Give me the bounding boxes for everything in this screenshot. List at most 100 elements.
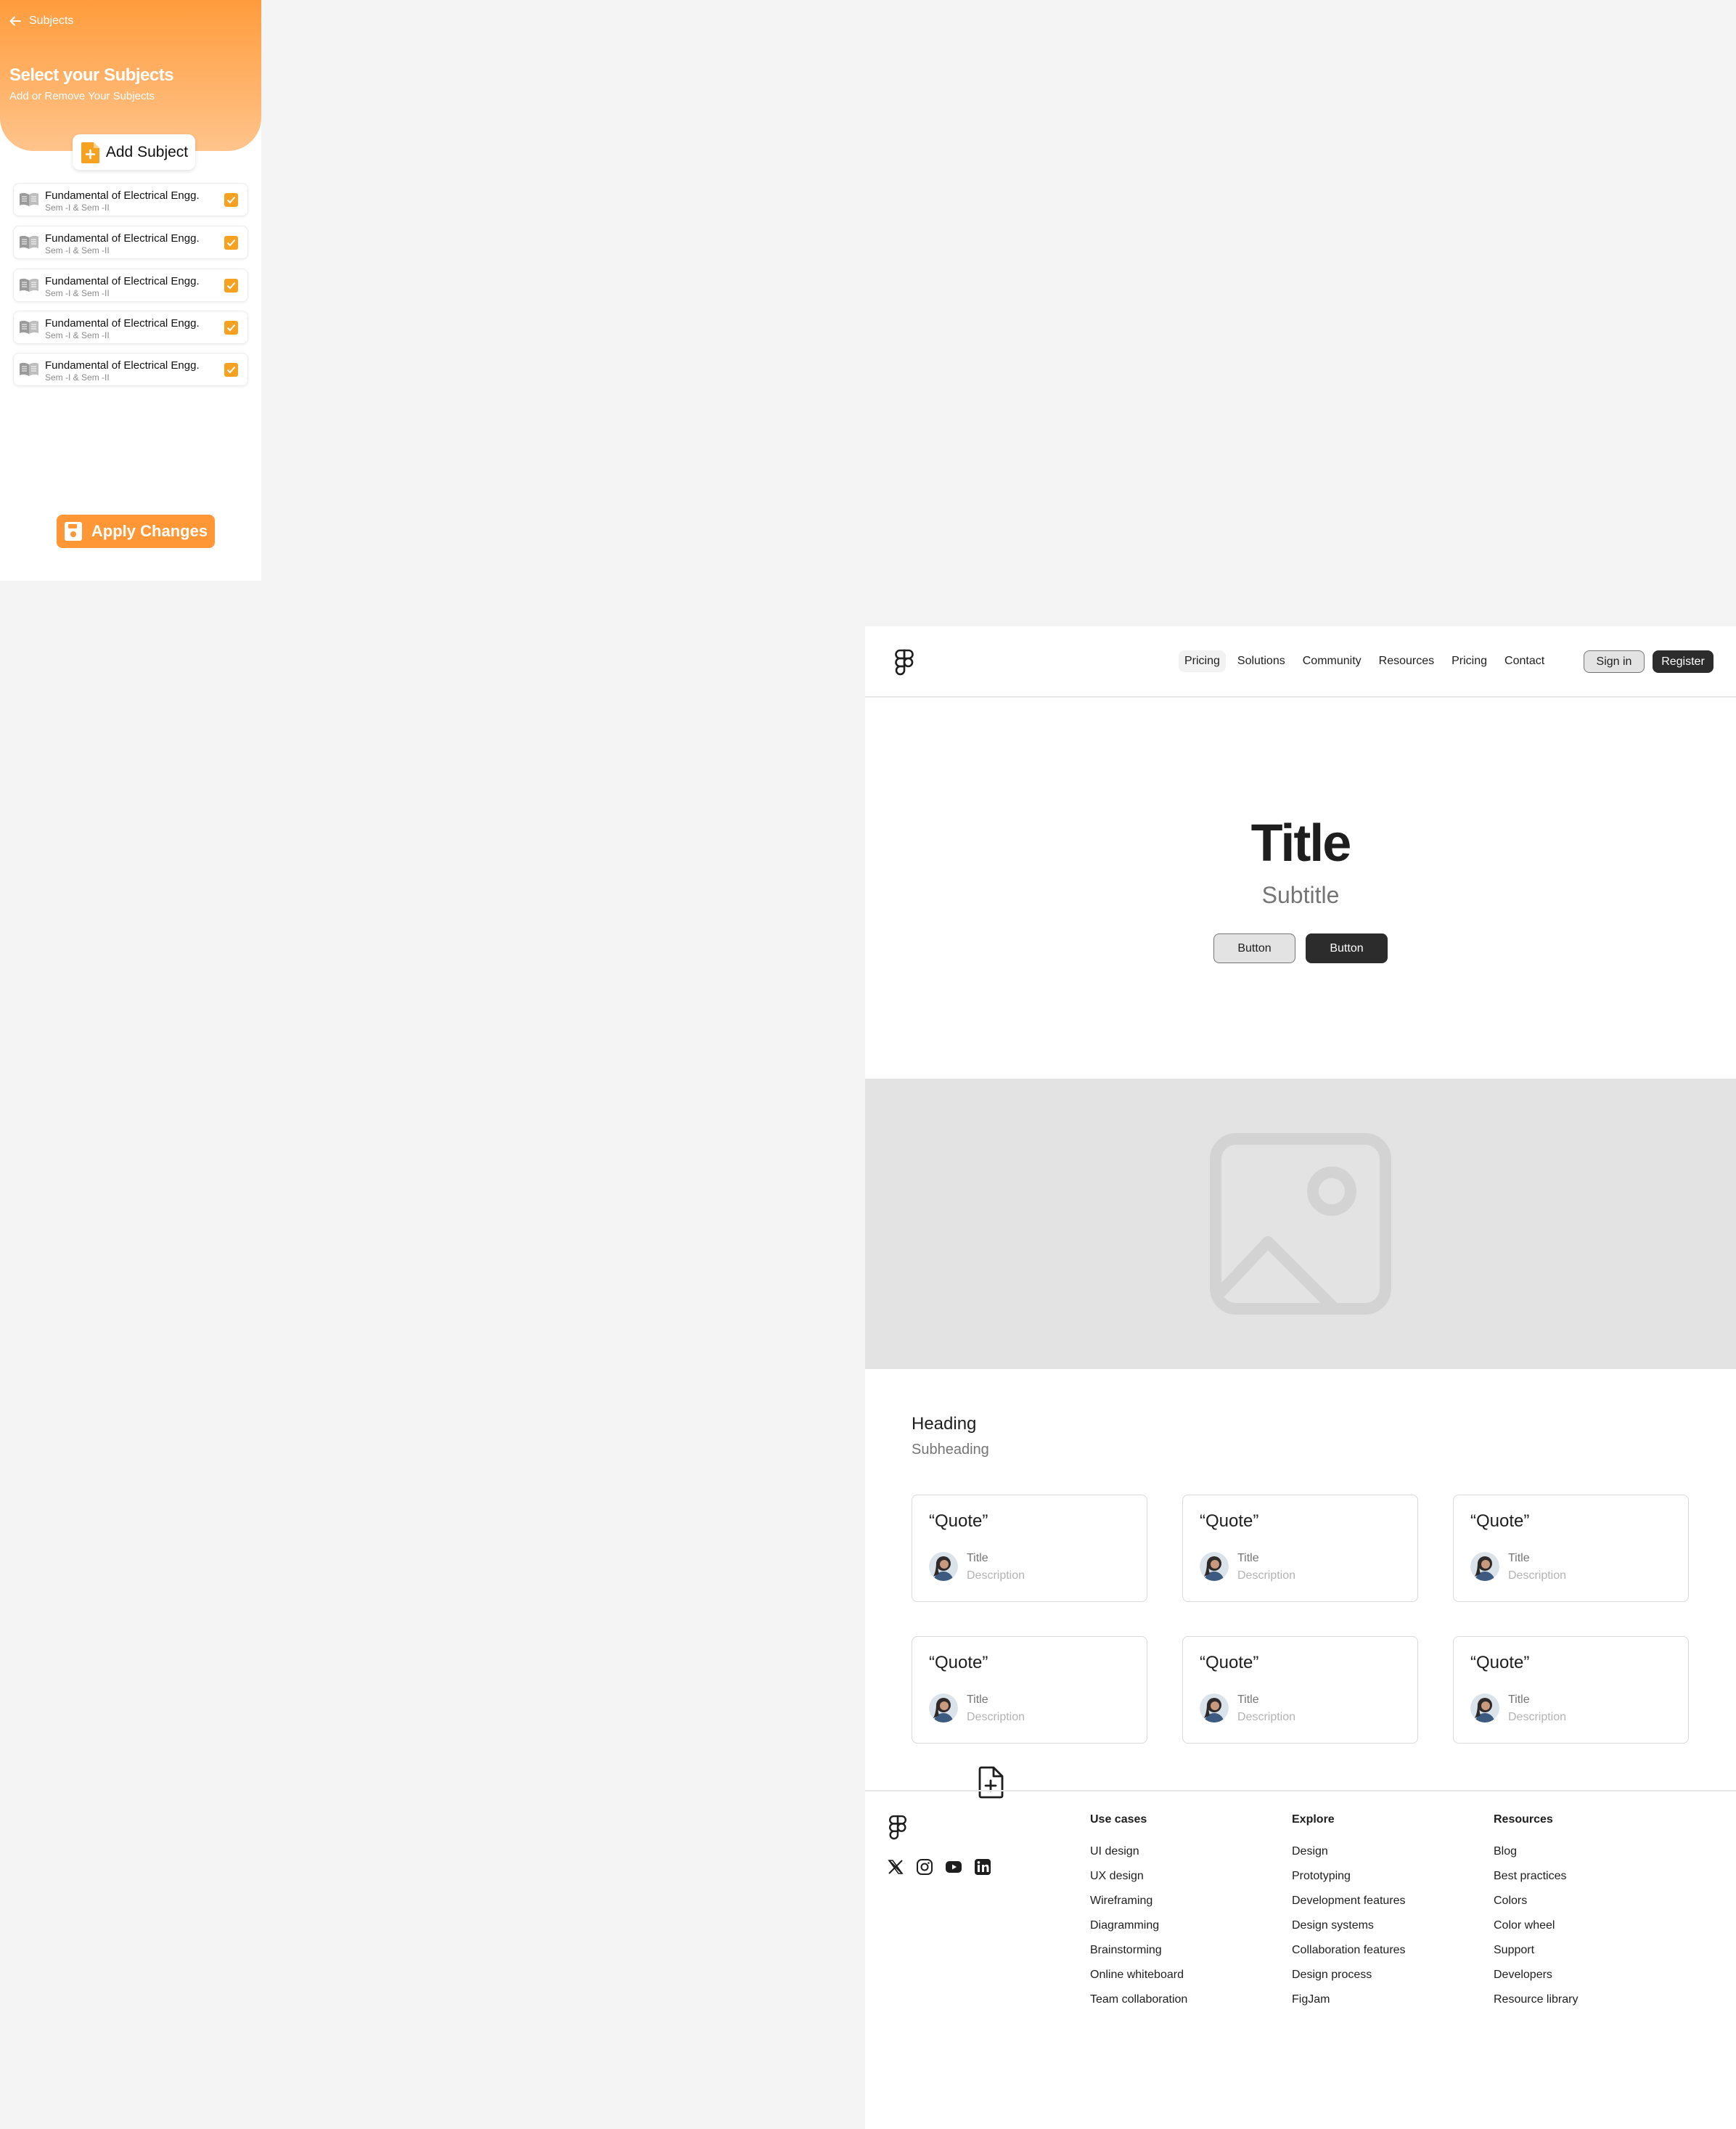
subject-checkbox[interactable] [224, 321, 238, 335]
testimonial-description: Description [1508, 1711, 1567, 1723]
subject-name: Fundamental of Electrical Engg. [45, 232, 200, 245]
back-button[interactable]: Subjects [9, 15, 73, 28]
subjects-screen: Subjects Select your Subjects Add or Rem… [0, 0, 261, 581]
avatar [1470, 1693, 1499, 1723]
add-subject-label: Add Subject [105, 143, 189, 160]
footer-link[interactable]: Prototyping [1292, 1869, 1406, 1894]
footer-link[interactable]: Collaboration features [1292, 1943, 1406, 1968]
footer-link[interactable]: Support [1494, 1943, 1578, 1968]
footer-link[interactable]: Design [1292, 1844, 1406, 1869]
top-navigation: Pricing Solutions Community Resources Pr… [865, 626, 1736, 698]
nav-link-resources[interactable]: Resources [1373, 650, 1440, 672]
hero-subtitle: Subtitle [1261, 882, 1340, 908]
footer-link[interactable]: Resource library [1494, 1993, 1578, 2017]
footer-column-resources: Resources Blog Best practices Colors Col… [1494, 1813, 1578, 2017]
avatar [929, 1552, 958, 1581]
footer-link[interactable]: UI design [1090, 1844, 1187, 1869]
subject-checkbox[interactable] [224, 363, 238, 377]
subject-item[interactable]: Fundamental of Electrical Engg. Sem -I &… [14, 184, 247, 216]
avatar [1470, 1552, 1499, 1581]
book-icon [20, 192, 38, 206]
subject-semester: Sem -I & Sem -II [45, 330, 110, 340]
footer-link[interactable]: Colors [1494, 1894, 1578, 1918]
subject-name: Fundamental of Electrical Engg. [45, 359, 200, 372]
subject-item[interactable]: Fundamental of Electrical Engg. Sem -I &… [14, 311, 247, 343]
testimonial-title: Title [1237, 1552, 1259, 1564]
apply-changes-label: Apply Changes [91, 522, 208, 540]
footer-link[interactable]: Color wheel [1494, 1918, 1578, 1943]
subject-name: Fundamental of Electrical Engg. [45, 317, 200, 330]
landing-page-wireframe: Pricing Solutions Community Resources Pr… [865, 626, 1736, 2129]
arrow-left-icon [9, 16, 21, 26]
subject-checkbox[interactable] [224, 236, 238, 250]
footer-link[interactable]: Brainstorming [1090, 1943, 1187, 1968]
register-button[interactable]: Register [1653, 650, 1714, 673]
footer-link[interactable]: Diagramming [1090, 1918, 1187, 1943]
instagram-icon[interactable] [916, 1858, 933, 1876]
page-subtitle: Add or Remove Your Subjects [9, 90, 155, 102]
testimonial-title: Title [1237, 1693, 1259, 1706]
footer-link[interactable]: Team collaboration [1090, 1993, 1187, 2017]
footer: Use cases UI design UX design Wireframin… [865, 1790, 1736, 2129]
linkedin-icon[interactable] [974, 1858, 991, 1876]
testimonial-description: Description [967, 1569, 1025, 1582]
testimonial-quote: “Quote” [929, 1653, 988, 1672]
footer-link[interactable]: Developers [1494, 1968, 1578, 1993]
subject-item[interactable]: Fundamental of Electrical Engg. Sem -I &… [14, 269, 247, 301]
check-icon [226, 324, 236, 332]
testimonial-card: “Quote” Title Description [912, 1636, 1147, 1744]
footer-link[interactable]: Online whiteboard [1090, 1968, 1187, 1993]
subject-checkbox[interactable] [224, 279, 238, 293]
nav-link-contact[interactable]: Contact [1499, 650, 1550, 672]
nav-links: Pricing Solutions Community Resources Pr… [1179, 650, 1550, 672]
testimonial-card: “Quote” Title Description [1453, 1495, 1689, 1602]
subject-semester: Sem -I & Sem -II [45, 288, 110, 298]
nav-link-solutions[interactable]: Solutions [1232, 650, 1291, 672]
footer-link[interactable]: UX design [1090, 1869, 1187, 1894]
back-label: Subjects [29, 15, 74, 27]
footer-link[interactable]: Best practices [1494, 1869, 1578, 1894]
figma-logo-icon[interactable] [893, 648, 916, 677]
footer-link[interactable]: Design process [1292, 1968, 1406, 1993]
testimonial-quote: “Quote” [1470, 1653, 1530, 1672]
add-subject-button[interactable]: Add Subject [73, 134, 195, 170]
nav-link-community[interactable]: Community [1297, 650, 1367, 672]
testimonial-description: Description [1237, 1569, 1296, 1582]
testimonial-description: Description [967, 1711, 1025, 1723]
footer-column-heading: Use cases [1090, 1813, 1147, 1826]
testimonial-description: Description [1508, 1569, 1567, 1582]
image-placeholder [865, 1079, 1736, 1369]
figma-logo-icon[interactable] [887, 1813, 909, 1842]
testimonial-quote: “Quote” [1200, 1511, 1259, 1531]
image-icon [1210, 1133, 1391, 1315]
testimonial-title: Title [967, 1693, 988, 1706]
nav-link-pricing-2[interactable]: Pricing [1446, 650, 1493, 672]
footer-link[interactable]: FigJam [1292, 1993, 1406, 2017]
social-links [887, 1858, 991, 1876]
hero-primary-button[interactable]: Button [1306, 933, 1388, 963]
youtube-icon[interactable] [945, 1858, 962, 1876]
subject-semester: Sem -I & Sem -II [45, 372, 110, 383]
footer-link[interactable]: Wireframing [1090, 1894, 1187, 1918]
subject-item[interactable]: Fundamental of Electrical Engg. Sem -I &… [14, 226, 247, 258]
footer-link[interactable]: Blog [1494, 1844, 1578, 1869]
hero-secondary-button[interactable]: Button [1213, 933, 1295, 963]
book-icon [20, 278, 38, 292]
footer-link[interactable]: Development features [1292, 1894, 1406, 1918]
sign-in-button[interactable]: Sign in [1584, 650, 1645, 673]
nav-link-pricing[interactable]: Pricing [1179, 650, 1226, 672]
subject-semester: Sem -I & Sem -II [45, 245, 110, 256]
x-icon[interactable] [887, 1858, 904, 1876]
apply-changes-button[interactable]: Apply Changes [57, 515, 215, 548]
testimonial-card: “Quote” Title Description [912, 1495, 1147, 1602]
subject-item[interactable]: Fundamental of Electrical Engg. Sem -I &… [14, 354, 247, 385]
avatar [1200, 1552, 1229, 1581]
footer-link[interactable]: Design systems [1292, 1918, 1406, 1943]
testimonial-card: “Quote” Title Description [1182, 1495, 1418, 1602]
avatar [929, 1693, 958, 1723]
testimonial-title: Title [1508, 1693, 1530, 1706]
testimonial-card: “Quote” Title Description [1182, 1636, 1418, 1744]
subject-checkbox[interactable] [224, 193, 238, 207]
page-title: Select your Subjects [9, 65, 174, 85]
avatar [1200, 1693, 1229, 1723]
